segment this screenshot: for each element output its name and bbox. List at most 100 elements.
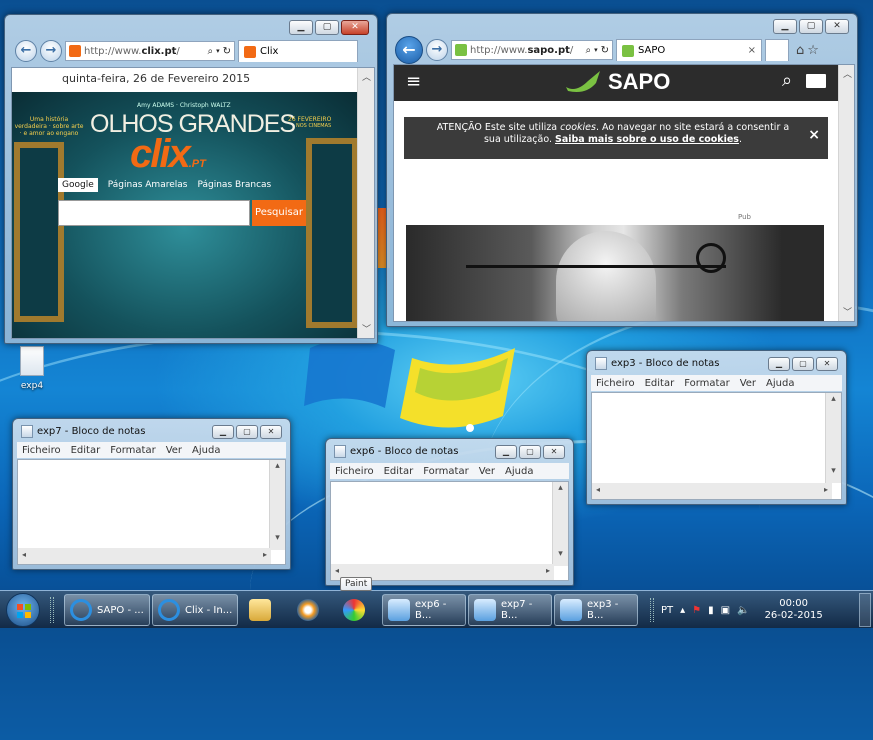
scroll-up-arrow[interactable]: ︿	[358, 70, 374, 86]
menu-ver[interactable]: Ver	[740, 378, 756, 389]
vertical-scrollbar[interactable]: ▴ ▾	[552, 482, 568, 566]
hamburger-menu-icon[interactable]: ≡	[406, 71, 421, 92]
power-icon[interactable]: ▮	[708, 605, 714, 616]
scroll-left-arrow[interactable]: ◂	[22, 550, 26, 562]
menu-editar[interactable]: Editar	[645, 378, 675, 389]
search-icon[interactable]: ⌕	[585, 45, 591, 56]
search-icon[interactable]: ⌕	[782, 70, 792, 91]
cookie-close-icon[interactable]: ×	[808, 128, 820, 142]
back-button[interactable]: ←	[395, 36, 423, 64]
maximize-button[interactable]: ▢	[792, 357, 814, 371]
pinned-media-player[interactable]	[294, 596, 322, 624]
notepad-window-exp3[interactable]: exp3 - Bloco de notas ▁ ▢ ✕ Ficheiro Editar…	[586, 350, 847, 505]
close-button[interactable]: ✕	[543, 445, 565, 459]
taskbar-item-exp6[interactable]: exp6 - B...	[382, 594, 466, 626]
volume-icon[interactable]: 🔈	[737, 605, 749, 616]
ad-image[interactable]	[406, 225, 824, 321]
menu-editar[interactable]: Editar	[384, 466, 414, 477]
forward-button[interactable]: →	[40, 40, 62, 62]
favorites-star-icon[interactable]: ☆	[807, 43, 819, 58]
notepad-window-exp6[interactable]: exp6 - Bloco de notas ▁ ▢ ✕ Ficheiro Editar…	[325, 438, 574, 586]
menu-ver[interactable]: Ver	[479, 466, 495, 477]
text-area[interactable]: ▴ ▾ ◂ ▸	[330, 481, 569, 581]
scroll-up-arrow[interactable]: ▴	[553, 483, 568, 499]
menu-ver[interactable]: Ver	[166, 445, 182, 456]
scroll-left-arrow[interactable]: ◂	[596, 485, 600, 497]
search-input[interactable]	[58, 200, 250, 226]
pinned-paint[interactable]	[340, 596, 368, 624]
network-icon[interactable]: ▣	[721, 605, 730, 616]
close-button[interactable]: ✕	[825, 19, 849, 34]
search-icon[interactable]: ⌕	[207, 46, 213, 57]
scroll-up-arrow[interactable]: ▴	[826, 394, 841, 410]
close-button[interactable]: ✕	[260, 425, 282, 439]
scroll-down-arrow[interactable]: ﹀	[839, 305, 854, 321]
tab-clix[interactable]: Clix	[238, 40, 358, 62]
address-bar[interactable]: http://www. sapo.pt / ⌕ ▾ ↻	[451, 40, 613, 60]
scroll-left-arrow[interactable]: ◂	[335, 566, 339, 578]
menu-ajuda[interactable]: Ajuda	[766, 378, 794, 389]
menu-formatar[interactable]: Formatar	[423, 466, 468, 477]
scroll-down-arrow[interactable]: ▾	[553, 549, 568, 565]
dropdown-icon[interactable]: ▾	[594, 46, 598, 54]
maximize-button[interactable]: ▢	[236, 425, 258, 439]
vertical-scrollbar[interactable]: ▴ ▾	[269, 460, 285, 550]
forward-button[interactable]: →	[426, 39, 448, 61]
vertical-scrollbar[interactable]: ︿ ﹀	[838, 65, 854, 321]
dropdown-icon[interactable]: ▾	[216, 47, 220, 55]
taskbar-item-sapo[interactable]: SAPO - ...	[64, 594, 150, 626]
search-tab-paginas-amarelas[interactable]: Páginas Amarelas	[108, 178, 188, 192]
notepad-window-exp7[interactable]: exp7 - Bloco de notas ▁ ▢ ✕ Ficheiro Editar…	[12, 418, 291, 570]
menu-formatar[interactable]: Formatar	[684, 378, 729, 389]
ie-window-clix[interactable]: ▁ ▢ ✕ ← → http://www. clix.pt / ⌕ ▾ ↻ Clix q…	[4, 14, 378, 344]
pinned-explorer[interactable]	[246, 596, 274, 624]
scroll-down-arrow[interactable]: ▾	[826, 466, 841, 482]
sapo-logo[interactable]: SAPO	[564, 69, 670, 95]
taskbar-item-exp3[interactable]: exp3 - B...	[554, 594, 638, 626]
start-button[interactable]	[6, 593, 40, 627]
scroll-down-arrow[interactable]: ﹀	[358, 322, 374, 338]
menu-formatar[interactable]: Formatar	[110, 445, 155, 456]
close-button[interactable]: ✕	[341, 20, 369, 35]
menu-ajuda[interactable]: Ajuda	[505, 466, 533, 477]
minimize-button[interactable]: ▁	[768, 357, 790, 371]
language-indicator[interactable]: PT	[661, 605, 673, 616]
tab-close-icon[interactable]: ×	[748, 45, 756, 56]
cookie-more-link[interactable]: Saiba mais sobre o uso de cookies	[555, 134, 739, 145]
tab-sapo[interactable]: SAPO ×	[616, 39, 762, 61]
scroll-down-arrow[interactable]: ▾	[270, 533, 285, 549]
menu-ajuda[interactable]: Ajuda	[192, 445, 220, 456]
refresh-icon[interactable]: ↻	[601, 45, 609, 56]
search-tab-google[interactable]: Google	[58, 178, 98, 192]
scroll-right-arrow[interactable]: ▸	[546, 566, 550, 578]
maximize-button[interactable]: ▢	[315, 20, 339, 35]
minimize-button[interactable]: ▁	[495, 445, 517, 459]
minimize-button[interactable]: ▁	[773, 19, 797, 34]
menu-ficheiro[interactable]: Ficheiro	[335, 466, 374, 477]
scroll-up-arrow[interactable]: ▴	[270, 461, 285, 477]
ie-window-sapo[interactable]: ▁ ▢ ✕ ← → http://www. sapo.pt / ⌕ ▾ ↻ SAPO ×…	[386, 13, 858, 327]
menu-ficheiro[interactable]: Ficheiro	[596, 378, 635, 389]
show-desktop-button[interactable]	[859, 593, 871, 627]
address-bar[interactable]: http://www. clix.pt / ⌕ ▾ ↻	[65, 41, 235, 61]
scroll-right-arrow[interactable]: ▸	[824, 485, 828, 497]
show-hidden-icons-icon[interactable]: ▴	[680, 605, 685, 616]
back-button[interactable]: ←	[15, 40, 37, 62]
refresh-icon[interactable]: ↻	[223, 46, 231, 57]
clock[interactable]: 00:00 26-02-2015	[765, 598, 823, 622]
taskbar-item-clix[interactable]: Clix - In...	[152, 594, 238, 626]
minimize-button[interactable]: ▁	[289, 20, 313, 35]
home-icon[interactable]: ⌂	[796, 43, 804, 58]
taskbar-item-exp7[interactable]: exp7 - B...	[468, 594, 552, 626]
action-center-flag-icon[interactable]: ⚑	[692, 605, 701, 616]
text-area[interactable]: ▴ ▾ ◂ ▸	[591, 392, 842, 500]
scroll-up-arrow[interactable]: ︿	[839, 67, 854, 83]
text-area[interactable]: ▴ ▾ ◂ ▸	[17, 459, 286, 565]
maximize-button[interactable]: ▢	[519, 445, 541, 459]
new-tab-button[interactable]	[765, 39, 789, 61]
menu-ficheiro[interactable]: Ficheiro	[22, 445, 61, 456]
search-tab-paginas-brancas[interactable]: Páginas Brancas	[197, 178, 271, 192]
search-button[interactable]: Pesquisar	[252, 200, 306, 226]
vertical-scrollbar[interactable]: ︿ ﹀	[357, 68, 374, 338]
horizontal-scrollbar[interactable]: ◂ ▸	[18, 548, 271, 564]
